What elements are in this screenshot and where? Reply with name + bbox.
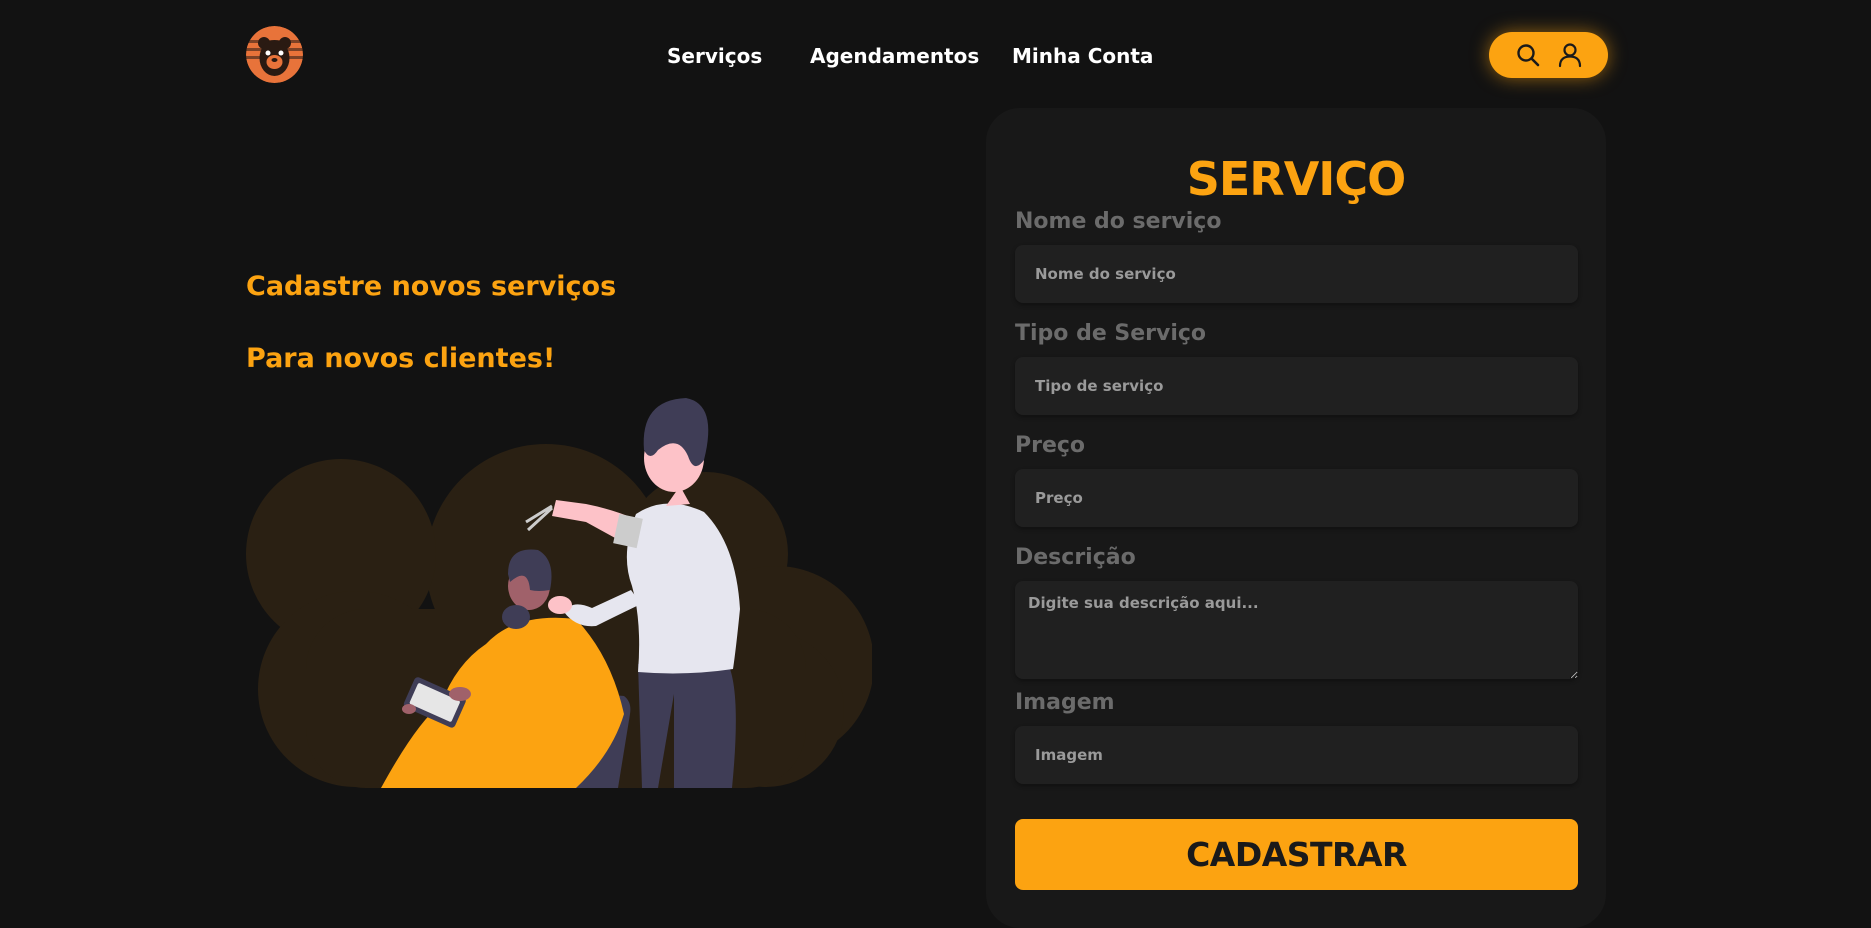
hero-title: Cadastre novos serviços — [246, 271, 617, 302]
image-input[interactable] — [1015, 726, 1578, 784]
nav-link-agendamentos[interactable]: Agendamentos — [810, 44, 979, 68]
description-label: Descrição — [1015, 545, 1136, 570]
service-type-label: Tipo de Serviço — [1015, 321, 1207, 346]
service-name-input[interactable] — [1015, 245, 1578, 303]
nav-link-minha-conta[interactable]: Minha Conta — [1012, 44, 1153, 68]
search-icon[interactable] — [1514, 41, 1542, 69]
description-textarea[interactable] — [1015, 581, 1578, 679]
price-label: Preço — [1015, 433, 1086, 458]
submit-button[interactable]: CADASTRAR — [1015, 819, 1578, 890]
user-icon[interactable] — [1556, 41, 1584, 69]
hero-subtitle: Para novos clientes! — [246, 343, 556, 374]
service-name-label: Nome do serviço — [1015, 209, 1222, 234]
price-input[interactable] — [1015, 469, 1578, 527]
image-label: Imagem — [1015, 690, 1115, 715]
service-type-input[interactable] — [1015, 357, 1578, 415]
header-actions — [1489, 32, 1608, 78]
form-title: SERVIÇO — [1186, 152, 1407, 206]
barber-illustration — [246, 394, 874, 788]
nav-link-servicos[interactable]: Serviços — [667, 44, 762, 68]
